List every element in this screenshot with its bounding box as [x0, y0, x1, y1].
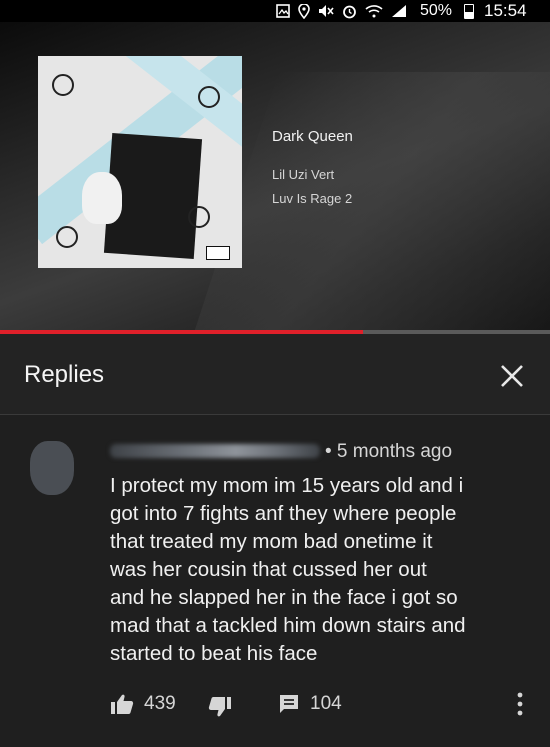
author-name-redacted[interactable]: [110, 444, 320, 458]
location-icon: [298, 3, 310, 19]
wifi-icon: [365, 5, 383, 18]
comment-line: and he slapped her in the face i got so: [110, 586, 458, 609]
track-album: Luv Is Rage 2: [272, 191, 353, 206]
clock: 15:54: [484, 1, 527, 20]
battery-percent: 50%: [420, 2, 453, 19]
track-title: Dark Queen: [272, 128, 353, 145]
mute-icon: [319, 5, 334, 17]
parental-advisory-label: [206, 246, 230, 260]
close-icon: [501, 365, 523, 387]
image-icon: [276, 4, 290, 18]
comment-text: I protect my mom im 15 years old and i g…: [110, 472, 530, 668]
comment: • 5 months ago I protect my mom im 15 ye…: [0, 415, 550, 747]
more-vertical-icon: [517, 692, 523, 716]
signal-icon: [392, 5, 406, 17]
comment-line: started to beat his face: [110, 642, 318, 665]
close-button[interactable]: [494, 358, 530, 394]
thumbs-up-icon: [111, 694, 134, 714]
status-icons: [276, 3, 407, 19]
comment-line: got into 7 fights anf they where people: [110, 502, 457, 525]
more-options-button[interactable]: [514, 691, 526, 717]
comment-line: mad that a tackled him down stairs and: [110, 614, 466, 637]
thumbs-down-icon: [208, 697, 231, 717]
alarm-icon: [343, 5, 356, 18]
like-count: 439: [144, 693, 176, 714]
comment-icon: [280, 695, 298, 713]
track-artist: Lil Uzi Vert: [272, 167, 335, 182]
comment-line: was her cousin that cussed her out: [110, 558, 427, 581]
album-art: [38, 56, 242, 268]
video-player[interactable]: Dark Queen Lil Uzi Vert Luv Is Rage 2: [0, 22, 550, 334]
comment-time: • 5 months ago: [325, 441, 453, 462]
status-bar: 50% 15:54: [0, 0, 550, 22]
replies-title: Replies: [24, 361, 105, 388]
dislike-button[interactable]: [208, 696, 232, 718]
comment-line: that treated my mom bad onetime it: [110, 530, 433, 553]
comment-line: I protect my mom im 15 years old and i: [110, 474, 464, 497]
replies-header: Replies: [0, 334, 550, 415]
like-button[interactable]: 439: [110, 693, 176, 715]
reply-count: 104: [310, 693, 342, 714]
avatar[interactable]: [30, 441, 74, 495]
battery-icon: [464, 4, 474, 19]
reply-button[interactable]: 104: [278, 693, 342, 715]
